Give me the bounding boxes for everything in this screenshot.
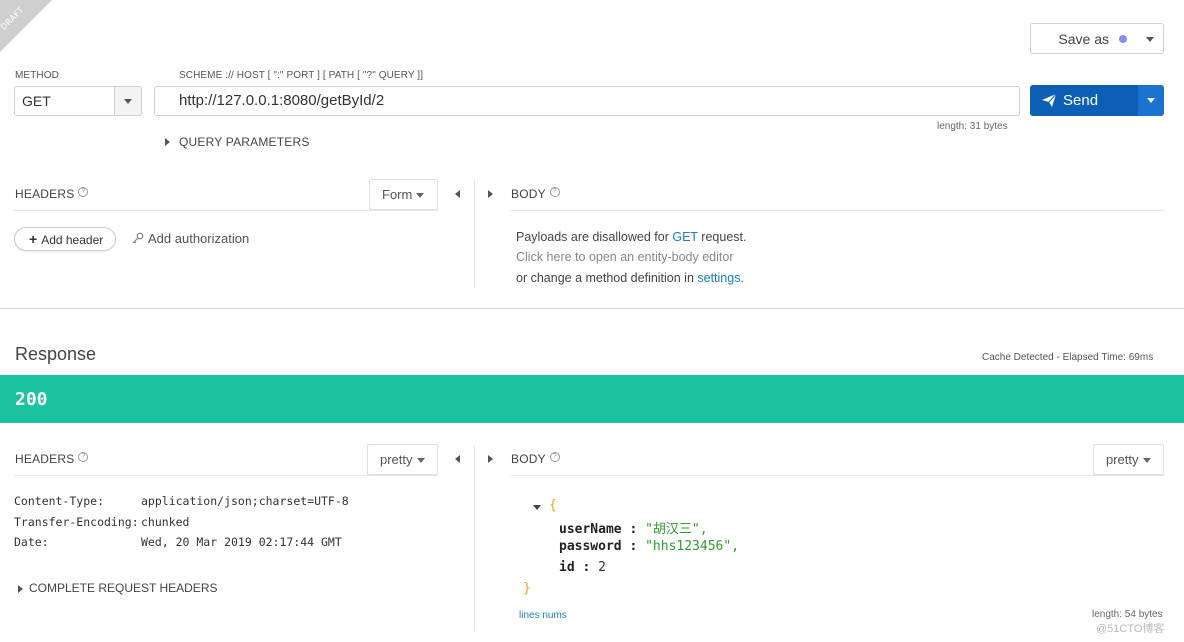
response-header-row: Content-Type: application/json;charset=UT… <box>14 494 349 508</box>
unsaved-dot-icon <box>1119 34 1127 43</box>
response-title: Response <box>15 344 97 364</box>
chevron-down-icon <box>1146 37 1154 42</box>
json-brace: { <box>549 498 557 513</box>
request-body-title: BODY? <box>511 187 560 201</box>
header-value: Wed, 20 Mar 2019 02:17:44 GMT <box>141 535 342 549</box>
request-headers-title: HEADERS? <box>15 187 89 201</box>
body-message-text: or change a method definition in <box>516 271 698 285</box>
save-as-dropdown-button[interactable] <box>1137 23 1164 54</box>
response-body-title: BODY? <box>511 452 560 466</box>
send-label: Send <box>1063 92 1099 109</box>
json-open-brace: { <box>549 498 557 513</box>
divider <box>511 210 1165 211</box>
json-key: id <box>559 560 575 575</box>
response-headers-title: HEADERS? <box>15 452 89 466</box>
help-icon[interactable]: ? <box>78 187 89 197</box>
chevron-down-icon <box>416 193 424 198</box>
collapse-json-icon[interactable] <box>533 505 541 510</box>
header-value: application/json;charset=UTF-8 <box>141 494 349 508</box>
settings-link[interactable]: settings <box>697 271 740 285</box>
watermark: @51CTO博客 <box>1096 623 1165 635</box>
divider <box>511 475 1165 476</box>
expand-icon[interactable] <box>18 585 23 593</box>
header-value: chunked <box>141 515 190 529</box>
save-as-label: Save as <box>1058 30 1109 47</box>
help-icon[interactable]: ? <box>549 452 560 462</box>
header-key: Transfer-Encoding: <box>14 515 139 529</box>
url-format-label: SCHEME :// HOST [ ":" PORT ] [ PATH [ "?… <box>179 70 424 81</box>
chevron-down-icon <box>417 458 425 463</box>
url-input[interactable]: http://127.0.0.1:8080/getById/2 <box>154 86 1020 116</box>
send-button[interactable]: Send <box>1030 85 1138 116</box>
json-value: 2 <box>598 560 606 575</box>
cache-elapsed-info: Cache Detected - Elapsed Time: 69ms <box>982 352 1154 363</box>
body-length: length: 54 bytes <box>1092 609 1163 620</box>
chevron-down-icon <box>1143 458 1151 463</box>
key-icon <box>132 232 144 244</box>
request-headers-label: HEADERS <box>15 187 75 201</box>
add-authorization-label: Add authorization <box>148 231 250 246</box>
method-definition-message: or change a method definition in setting… <box>516 271 744 285</box>
panel-divider <box>474 445 475 630</box>
response-body-mode-dropdown[interactable]: pretty <box>1093 444 1164 475</box>
divider <box>14 475 438 476</box>
json-value: "胡汉三", <box>645 522 708 537</box>
json-field: id : 2 <box>559 560 606 575</box>
request-body-label: BODY <box>511 187 546 201</box>
response-header-row: Transfer-Encoding: chunked <box>14 515 189 529</box>
complete-request-headers-toggle[interactable]: COMPLETE REQUEST HEADERS <box>29 581 217 595</box>
response-body-mode-label: pretty <box>1106 452 1139 467</box>
add-header-label: Add header <box>41 233 104 247</box>
status-bar: 200 <box>0 375 1184 423</box>
query-parameters-toggle[interactable]: QUERY PARAMETERS <box>179 135 310 149</box>
method-select[interactable]: GET <box>14 86 115 116</box>
header-key: Content-Type: <box>14 494 105 508</box>
expand-icon[interactable] <box>165 138 170 146</box>
json-brace: } <box>523 581 531 596</box>
send-dropdown-button[interactable] <box>1138 85 1164 116</box>
help-icon[interactable]: ? <box>78 452 89 462</box>
method-get-link[interactable]: GET <box>672 230 697 244</box>
response-body-label: BODY <box>511 452 546 466</box>
method-dropdown-button[interactable] <box>115 86 142 116</box>
response-headers-mode-label: pretty <box>380 452 413 467</box>
json-close-brace: } <box>523 581 531 596</box>
body-message-text: . <box>740 271 744 285</box>
json-key: userName <box>559 522 622 537</box>
chevron-down-icon <box>124 99 132 104</box>
panel-divider <box>474 180 475 288</box>
plus-icon: + <box>29 231 38 247</box>
body-disallowed-message: Payloads are disallowed for GET request. <box>516 230 746 244</box>
headers-mode-dropdown[interactable]: Form <box>369 179 438 210</box>
url-length: length: 31 bytes <box>937 121 1008 132</box>
headers-mode-label: Form <box>382 187 413 202</box>
header-key: Date: <box>14 535 49 549</box>
add-authorization-button[interactable]: Add authorization <box>132 231 249 246</box>
json-field: userName : "胡汉三", <box>559 522 708 537</box>
json-key: password <box>559 539 622 554</box>
json-field: password : "hhs123456", <box>559 539 740 554</box>
collapse-left-icon[interactable] <box>455 190 460 198</box>
expand-right-icon[interactable] <box>488 190 493 198</box>
status-code: 200 <box>15 389 48 410</box>
divider <box>14 210 438 211</box>
response-header-row: Date: Wed, 20 Mar 2019 02:17:44 GMT <box>14 535 342 549</box>
request-panel: DRAFT Save as METHOD SCHEME :// HOST [ "… <box>0 0 1184 309</box>
method-label: METHOD <box>15 70 59 81</box>
add-header-button[interactable]: + Add header <box>14 227 116 251</box>
paper-plane-icon <box>1042 94 1056 107</box>
chevron-down-icon <box>1147 98 1155 103</box>
expand-right-icon[interactable] <box>488 455 493 463</box>
collapse-left-icon[interactable] <box>455 455 460 463</box>
lines-nums-toggle[interactable]: lines nums <box>519 610 567 621</box>
help-icon[interactable]: ? <box>549 187 560 197</box>
response-headers-mode-dropdown[interactable]: pretty <box>367 444 438 475</box>
response-headers-label: HEADERS <box>15 452 75 466</box>
save-as-button[interactable]: Save as <box>1030 23 1138 54</box>
body-message-text: Payloads are disallowed for <box>516 230 673 244</box>
json-value: "hhs123456", <box>645 539 740 554</box>
open-entity-editor-link[interactable]: Click here to open an entity-body editor <box>516 250 734 264</box>
body-message-text: request. <box>697 230 747 244</box>
